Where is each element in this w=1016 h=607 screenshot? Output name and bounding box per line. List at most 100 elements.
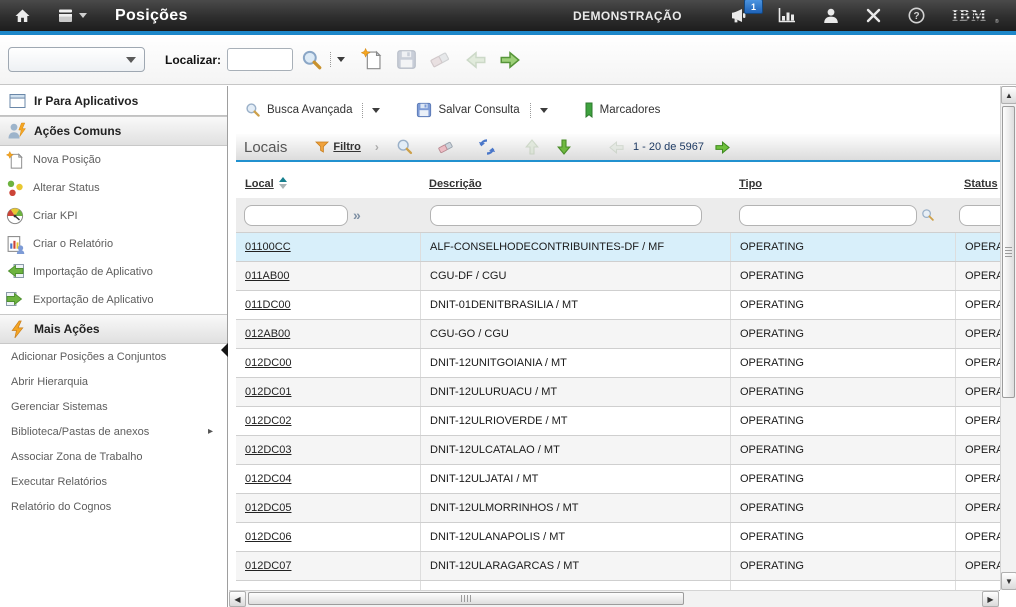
scroll-up-button[interactable]: ▲ — [1001, 86, 1016, 104]
expand-filter-icon[interactable]: » — [353, 207, 361, 223]
announcements-icon[interactable]: 1 — [731, 8, 751, 23]
status-filter-input[interactable] — [959, 205, 1000, 226]
filter-toggle[interactable]: Filtro — [315, 141, 361, 153]
cell-tipo: OPERATING — [730, 494, 955, 522]
ibm-logo: IBM ® — [952, 7, 1000, 24]
sort-indicator-icon[interactable] — [279, 177, 287, 189]
sidebar-item-abrir-hierarquia[interactable]: Abrir Hierarquia — [0, 369, 227, 394]
local-link[interactable]: 01100CC — [245, 241, 291, 253]
sidebar-item-gerenciar-sistemas[interactable]: Gerenciar Sistemas — [0, 394, 227, 419]
table-row[interactable]: 012DC06DNIT-12ULANAPOLIS / MTOPERATINGOP… — [236, 523, 1000, 552]
local-link[interactable]: 012DC04 — [245, 473, 291, 485]
local-link[interactable]: 012DC02 — [245, 415, 291, 427]
sidebar-section-go-to-applications[interactable]: Ir Para Aplicativos — [0, 86, 227, 116]
save-icon[interactable] — [396, 49, 417, 70]
goto-applications-icon[interactable] — [57, 8, 87, 24]
goto-select[interactable] — [8, 47, 145, 72]
salvar-consulta-button[interactable]: Salvar Consulta — [416, 102, 547, 118]
vertical-scrollbar-thumb[interactable] — [1002, 106, 1015, 398]
list-header-bar: Locais Filtro › 1 - 20 de 5967 — [236, 134, 1000, 162]
descricao-filter-input[interactable] — [430, 205, 702, 226]
sidebar-item-criar-kpi[interactable]: Criar KPI — [0, 202, 227, 230]
filter-label[interactable]: Filtro — [333, 141, 361, 153]
sidebar-collapse-handle[interactable] — [221, 343, 228, 357]
sidebar-section-common-actions[interactable]: Ações Comuns — [0, 116, 227, 146]
horizontal-scrollbar[interactable]: ◀ ▶ — [229, 590, 999, 607]
previous-page-icon[interactable] — [608, 140, 625, 155]
table-row[interactable]: 01100CCALF-CONSELHODECONTRIBUINTES-DF / … — [236, 233, 1000, 262]
next-row-icon[interactable] — [556, 138, 572, 156]
sidebar-item-nova-posicao[interactable]: Nova Posição — [0, 146, 227, 174]
column-header-tipo[interactable]: Tipo — [730, 162, 955, 198]
scroll-down-button[interactable]: ▼ — [1001, 572, 1016, 590]
home-icon[interactable] — [14, 8, 31, 24]
table-row[interactable]: 012DC01DNIT-12ULURUACU / MTOPERATINGOPER… — [236, 378, 1000, 407]
sidebar-item-criar-o-relatorio[interactable]: Criar o Relatório — [0, 230, 227, 258]
local-link[interactable]: 012DC05 — [245, 502, 291, 514]
table-row[interactable]: 012DC04DNIT-12ULJATAI / MTOPERATINGOPERA… — [236, 465, 1000, 494]
search-options-caret[interactable] — [337, 57, 345, 62]
previous-icon[interactable] — [464, 50, 488, 70]
table-row[interactable]: 011AB00CGU-DF / CGUOPERATINGOPERATING — [236, 262, 1000, 291]
sidebar-item-adicionar-posicoes-a-conjuntos[interactable]: Adicionar Posições a Conjuntos — [0, 344, 227, 369]
sidebar-item-associar-zona-de-trabalho[interactable]: Associar Zona de Trabalho — [0, 444, 227, 469]
previous-row-icon[interactable] — [524, 138, 540, 156]
table-row[interactable]: 012DC00DNIT-12UNITGOIANIA / MTOPERATINGO… — [236, 349, 1000, 378]
sidebar-item-alterar-status[interactable]: Alterar Status — [0, 174, 227, 202]
table-row[interactable]: 012AB00CGU-GO / CGUOPERATINGOPERATING — [236, 320, 1000, 349]
reports-chart-icon[interactable] — [778, 8, 796, 23]
horizontal-scrollbar-thumb[interactable] — [248, 592, 684, 605]
expand-chevron-icon[interactable]: › — [375, 140, 379, 154]
local-link[interactable]: 012DC00 — [245, 357, 291, 369]
profile-icon[interactable] — [823, 8, 839, 23]
sidebar-item-relatorio-do-cognos[interactable]: Relatório do Cognos — [0, 494, 227, 519]
sidebar-item-exportacao-de-aplicativo[interactable]: Exportação de Aplicativo — [0, 286, 227, 314]
local-link[interactable]: 012DC07 — [245, 560, 291, 572]
logout-close-icon[interactable] — [866, 8, 881, 23]
table-row[interactable]: 012DC07DNIT-12ULARAGARCAS / MTOPERATINGO… — [236, 552, 1000, 581]
column-header-local[interactable]: Local — [236, 162, 420, 198]
search-icon[interactable] — [396, 138, 414, 156]
table-row[interactable]: 012DC03DNIT-12ULCATALAO / MTOPERATINGOPE… — [236, 436, 1000, 465]
next-page-icon[interactable] — [714, 140, 731, 155]
clear-icon[interactable] — [429, 48, 452, 71]
column-header-descricao[interactable]: Descrição — [420, 162, 730, 198]
marcadores-button[interactable]: Marcadores — [584, 102, 661, 118]
local-link[interactable]: 012DC06 — [245, 531, 291, 543]
sidebar-section-more-actions[interactable]: Mais Ações — [0, 314, 227, 344]
chevron-down-icon[interactable] — [372, 108, 380, 113]
search-icon[interactable] — [301, 49, 323, 71]
local-link[interactable]: 012DC01 — [245, 386, 291, 398]
next-icon[interactable] — [498, 50, 522, 70]
filter-cell-local: » — [236, 205, 420, 226]
sidebar-item-biblioteca-pastas-de-anexos[interactable]: Biblioteca/Pastas de anexos▸ — [0, 419, 227, 444]
new-record-icon[interactable] — [361, 48, 384, 71]
action-label: Salvar Consulta — [438, 104, 519, 116]
cell-descricao: DNIT-12ULARAGARCAS / MT — [420, 552, 730, 580]
sidebar-item-executar-relatorios[interactable]: Executar Relatórios — [0, 469, 227, 494]
local-link[interactable]: 012AB00 — [245, 328, 290, 340]
help-icon[interactable]: ? — [908, 7, 925, 24]
sidebar-item-importacao-de-aplicativo[interactable]: Importação de Aplicativo — [0, 258, 227, 286]
chevron-down-icon[interactable] — [540, 108, 548, 113]
table-row[interactable]: 011DC00DNIT-01DENITBRASILIA / MTOPERATIN… — [236, 291, 1000, 320]
local-filter-input[interactable] — [244, 205, 348, 226]
column-header-label: Status — [964, 178, 998, 190]
select-value-icon[interactable] — [921, 208, 935, 222]
vertical-scrollbar[interactable]: ▲ ▼ — [1000, 86, 1016, 590]
busca-avancada-button[interactable]: Busca Avançada — [245, 102, 380, 118]
local-link[interactable]: 012DC03 — [245, 444, 291, 456]
table-row[interactable]: 012DC02DNIT-12ULRIOVERDE / MTOPERATINGOP… — [236, 407, 1000, 436]
column-header-status[interactable]: Status — [955, 162, 1000, 198]
scroll-right-button[interactable]: ▶ — [982, 591, 999, 607]
clear-icon[interactable] — [436, 138, 456, 156]
cell-status: OPERATING — [955, 494, 1000, 522]
scroll-left-button[interactable]: ◀ — [229, 591, 246, 607]
refresh-icon[interactable] — [478, 138, 496, 156]
local-link[interactable]: 011AB00 — [245, 270, 289, 282]
local-link[interactable]: 011DC00 — [245, 299, 291, 311]
sidebar-item-label: Exportação de Aplicativo — [33, 294, 153, 306]
localizar-input[interactable] — [227, 48, 293, 71]
tipo-filter-input[interactable] — [739, 205, 917, 226]
table-row[interactable]: 012DC05DNIT-12ULMORRINHOS / MTOPERATINGO… — [236, 494, 1000, 523]
